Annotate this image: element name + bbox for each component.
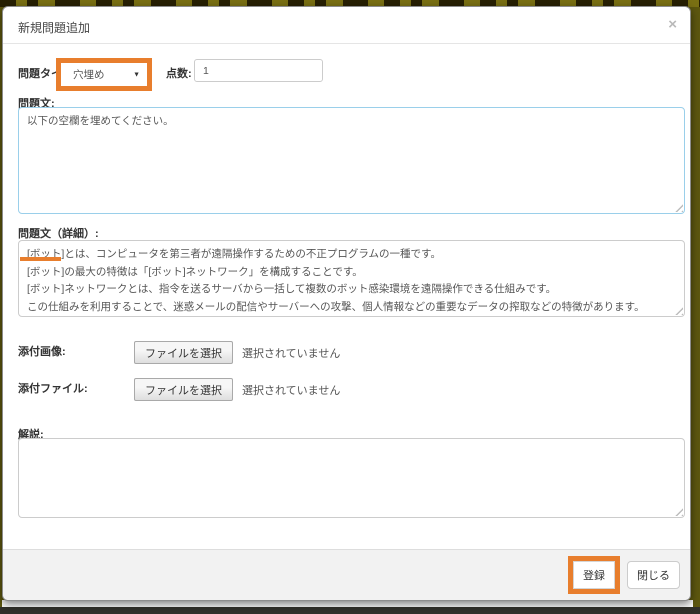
chevron-down-icon: ▼ — [133, 71, 140, 78]
question-detail-textarea[interactable]: [ボット]とは、コンピュータを第三者が遠隔操作するための不正プログラムの一種です… — [18, 240, 685, 317]
attached-image-file-input: ファイルを選択 選択されていません — [134, 341, 340, 364]
backdrop-bottom-band — [0, 607, 700, 614]
annotation-box-submit: 登録 — [568, 556, 620, 594]
attached-file-label: 添付ファイル: — [18, 380, 88, 396]
attached-image-choose-file-button[interactable]: ファイルを選択 — [134, 341, 233, 364]
attached-image-label: 添付画像: — [18, 343, 66, 359]
explanation-wrapper — [18, 438, 685, 518]
question-type-selected-value: 穴埋め — [73, 67, 105, 82]
points-label: 点数: — [166, 65, 192, 81]
question-text-wrapper: 以下の空欄を埋めてください。 — [18, 107, 685, 214]
question-detail-label: 問題文（詳細）: — [18, 225, 99, 241]
points-input[interactable] — [194, 59, 323, 82]
submit-button[interactable]: 登録 — [573, 561, 615, 589]
question-type-select[interactable]: 穴埋め ▼ — [61, 63, 147, 86]
close-button[interactable]: 閉じる — [627, 561, 680, 589]
question-detail-wrapper: [ボット]とは、コンピュータを第三者が遠隔操作するための不正プログラムの一種です… — [18, 240, 685, 317]
explanation-textarea[interactable] — [18, 438, 685, 518]
attached-file-choose-file-button[interactable]: ファイルを選択 — [134, 378, 233, 401]
attached-file-file-input: ファイルを選択 選択されていません — [134, 378, 340, 401]
close-icon[interactable]: × — [668, 17, 677, 32]
add-question-modal: 新規問題追加 × 問題タイプ 穴埋め ▼ 点数: 問題文: 以下の空欄を埋めてく… — [2, 6, 691, 601]
modal-footer: 登録 閉じる — [3, 549, 690, 600]
modal-header: 新規問題追加 × — [3, 7, 690, 44]
attached-file-status: 選択されていません — [242, 382, 340, 398]
modal-title: 新規問題追加 — [18, 19, 90, 36]
question-text-textarea[interactable]: 以下の空欄を埋めてください。 — [18, 107, 685, 214]
attached-image-status: 選択されていません — [242, 345, 340, 361]
annotation-box-question-type: 穴埋め ▼ — [56, 58, 152, 91]
